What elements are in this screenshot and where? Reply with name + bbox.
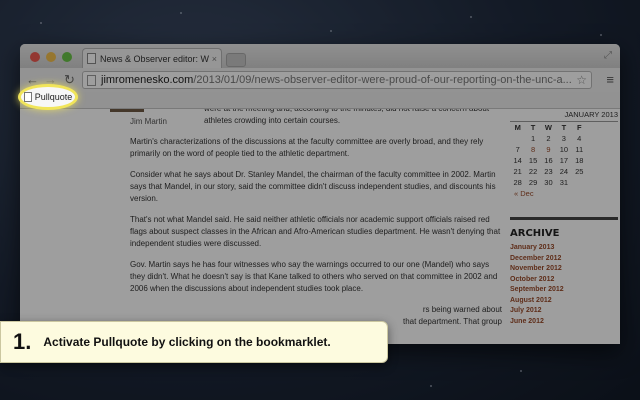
calendar-week: 21 22 23 24 25 (510, 166, 618, 177)
weekday-label: F (576, 123, 582, 132)
calendar-day-link[interactable]: 8 (525, 144, 540, 155)
calendar-day: 16 (544, 156, 553, 165)
title-bar: News & Observer editor: We × ⤢ (20, 44, 620, 68)
article-paragraph: Martin's characterizations of the discus… (130, 137, 484, 158)
archive-link[interactable]: July 2012 (510, 306, 618, 317)
browser-window: News & Observer editor: We × ⤢ ← → ↻ jim… (20, 44, 620, 344)
article-body: were at the meeting and, according to th… (130, 109, 502, 337)
archive-heading: ARCHIVE (510, 228, 560, 239)
calendar-day: 28 (513, 178, 522, 187)
calendar-day: 15 (528, 156, 538, 165)
calendar-day: 25 (575, 167, 584, 176)
page-icon (87, 53, 96, 64)
archive-link[interactable]: January 2013 (510, 243, 618, 254)
divider (510, 217, 618, 220)
pullquote-bookmarklet[interactable]: Pullquote (18, 84, 78, 110)
calendar-day: 3 (561, 134, 566, 143)
page-icon (87, 74, 96, 86)
calendar-day: 4 (577, 134, 582, 143)
tab-title: News & Observer editor: We (100, 53, 209, 64)
instruction-callout: 1. Activate Pullquote by clicking on the… (0, 321, 388, 363)
page-icon (23, 92, 32, 102)
calendar-day: 29 (528, 178, 538, 187)
weekday-label: W (544, 123, 553, 132)
star-dot (470, 16, 472, 18)
calendar-day: 11 (575, 145, 584, 154)
weekday-label: M (514, 123, 521, 132)
calendar-week: 28 29 30 31 (510, 177, 618, 188)
star-dot (430, 385, 432, 387)
calendar-day: 14 (513, 156, 522, 165)
calendar-day: 21 (513, 167, 522, 176)
archive-link[interactable]: November 2012 (510, 264, 618, 275)
calendar-day: 23 (544, 167, 553, 176)
calendar-day: 2 (546, 134, 551, 143)
article-paragraph: Consider what he says about Dr. Stanley … (130, 170, 496, 203)
calendar-day (510, 133, 525, 144)
calendar-day: 24 (559, 167, 569, 176)
bookmark-star-icon[interactable]: ☆ (576, 73, 587, 87)
step-number: 1. (13, 329, 32, 354)
article-paragraph: were at the meeting and, according to th… (204, 109, 489, 125)
archive-link[interactable]: August 2012 (510, 296, 618, 307)
calendar-day: 30 (544, 178, 553, 187)
calendar-day: 10 (559, 145, 569, 154)
url-path: /2013/01/09/news-observer-editor-were-pr… (193, 74, 572, 86)
article-paragraph: Gov. Martin says he has four witnesses w… (130, 260, 498, 293)
calendar-day (572, 177, 587, 188)
new-tab-button[interactable] (226, 53, 246, 67)
weekday-label: T (561, 123, 567, 132)
browser-toolbar: ← → ↻ jimromenesko.com /2013/01/09/news-… (20, 68, 620, 93)
calendar-week: 14 15 16 17 18 (510, 155, 618, 166)
bookmarks-bar (20, 92, 620, 109)
calendar-week: 1 2 3 4 (510, 133, 618, 144)
calendar-week: 7 8 9 10 11 (510, 144, 618, 155)
star-dot (180, 12, 182, 14)
close-window-button[interactable] (30, 52, 40, 62)
archive-link[interactable]: September 2012 (510, 285, 618, 296)
calendar-day: 7 (515, 145, 520, 154)
tab-close-icon[interactable]: × (212, 54, 217, 64)
weekday-label: T (530, 123, 536, 132)
minimize-window-button[interactable] (46, 52, 56, 62)
calendar-day: 22 (528, 167, 538, 176)
archive-link[interactable]: June 2012 (510, 317, 618, 328)
star-dot (600, 34, 602, 36)
bookmarklet-label: Pullquote (34, 92, 73, 102)
archive-link[interactable]: December 2012 (510, 254, 618, 265)
archive-link[interactable]: October 2012 (510, 275, 618, 286)
article-paragraph: rs being warned about (422, 305, 502, 314)
star-dot (40, 22, 42, 24)
calendar-prev-month-link[interactable]: « Dec (510, 188, 618, 199)
url-host: jimromenesko.com (101, 74, 194, 86)
zoom-window-button[interactable] (62, 52, 72, 62)
article-paragraph: That's not what Mandel said. He said nei… (130, 215, 501, 248)
calendar-day: 17 (559, 156, 569, 165)
calendar-weekdays: M T W T F (510, 122, 618, 133)
menu-icon[interactable]: ≡ (606, 72, 614, 87)
star-dot (520, 370, 522, 372)
calendar-day-link[interactable]: 9 (541, 144, 556, 155)
calendar-title: JANUARY 2013 (510, 109, 618, 122)
sidebar: JANUARY 2013 M T W T F 1 2 3 4 7 8 9 10 … (510, 109, 618, 327)
star-dot (330, 30, 332, 32)
calendar-day: 1 (531, 134, 536, 143)
fullscreen-icon[interactable]: ⤢ (604, 50, 612, 61)
address-bar[interactable]: jimromenesko.com /2013/01/09/news-observ… (82, 71, 592, 89)
browser-tab[interactable]: News & Observer editor: We × (82, 48, 222, 68)
step-instruction: Activate Pullquote by clicking on the bo… (43, 335, 331, 349)
calendar-day: 31 (559, 178, 569, 187)
page-content: Jim Martin were at the meeting and, acco… (20, 109, 620, 344)
calendar-day: 18 (575, 156, 584, 165)
